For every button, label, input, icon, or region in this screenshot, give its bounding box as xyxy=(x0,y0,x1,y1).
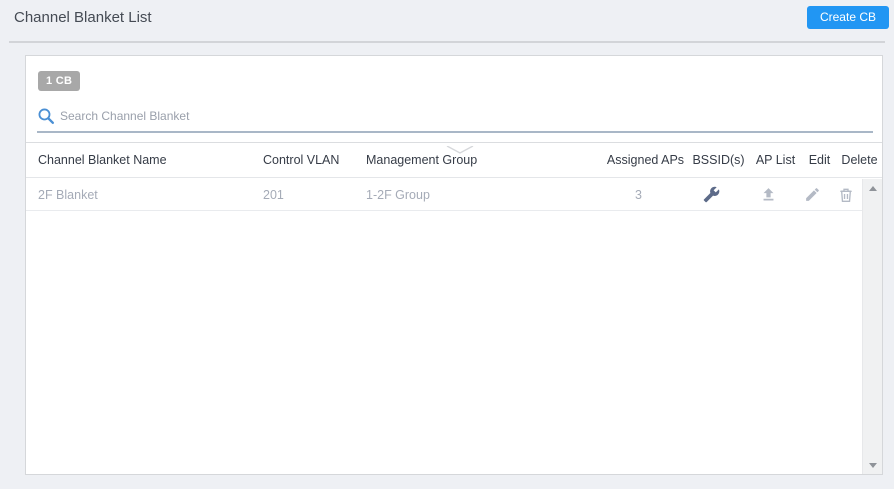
wrench-icon xyxy=(703,186,720,203)
column-header-assigned-aps[interactable]: Assigned APs xyxy=(603,153,688,167)
column-header-ap-list[interactable]: AP List xyxy=(749,153,802,167)
table-header-row: Channel Blanket Name Control VLAN Manage… xyxy=(26,143,882,178)
edit-button[interactable] xyxy=(795,186,830,203)
header-divider xyxy=(9,41,885,43)
column-header-channel-blanket-name[interactable]: Channel Blanket Name xyxy=(26,153,263,167)
column-header-delete[interactable]: Delete xyxy=(837,153,882,167)
create-cb-button[interactable]: Create CB xyxy=(806,6,889,29)
column-header-bssids[interactable]: BSSID(s) xyxy=(688,153,749,167)
triangle-down-icon xyxy=(868,462,877,468)
cell-control-vlan: 201 xyxy=(263,187,284,202)
search-input[interactable] xyxy=(60,105,380,127)
scroll-down-button[interactable] xyxy=(863,456,882,474)
search-underline xyxy=(37,131,873,133)
search-icon xyxy=(37,107,55,125)
column-header-management-group[interactable]: Management Group xyxy=(366,153,603,167)
pencil-icon xyxy=(804,186,821,203)
column-header-edit[interactable]: Edit xyxy=(802,153,837,167)
ap-list-upload-button[interactable] xyxy=(742,186,795,203)
channel-blanket-panel: 1 CB Channel Blanket Name Control VLAN M… xyxy=(25,55,883,475)
table-row[interactable]: 2F Blanket 201 1-2F Group 3 xyxy=(26,179,862,211)
trash-icon xyxy=(838,187,854,203)
cell-management-group: 1-2F Group xyxy=(366,187,430,202)
triangle-up-icon xyxy=(868,185,877,191)
delete-button[interactable] xyxy=(830,187,862,203)
vertical-scrollbar[interactable] xyxy=(862,179,882,474)
table-body: 2F Blanket 201 1-2F Group 3 xyxy=(26,179,882,474)
cb-count-badge: 1 CB xyxy=(38,71,81,91)
column-header-control-vlan[interactable]: Control VLAN xyxy=(263,153,366,167)
channel-blanket-screen: Channel Blanket List Create CB 1 CB Chan… xyxy=(0,0,894,489)
scroll-up-button[interactable] xyxy=(863,179,882,197)
cell-channel-blanket-name: 2F Blanket xyxy=(38,187,98,202)
upload-icon xyxy=(760,186,777,203)
cell-assigned-aps: 3 xyxy=(635,187,642,202)
page-title: Channel Blanket List xyxy=(14,9,152,26)
bssid-wrench-button[interactable] xyxy=(681,186,742,203)
